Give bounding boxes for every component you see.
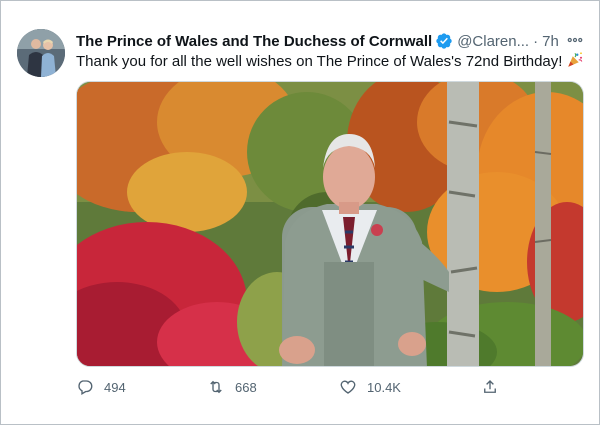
share-icon bbox=[484, 380, 496, 393]
timestamp[interactable]: 7h bbox=[542, 33, 559, 50]
reply-button[interactable]: 494 bbox=[76, 376, 126, 398]
retweet-count: 668 bbox=[235, 379, 257, 395]
reply-icon bbox=[78, 380, 93, 395]
more-options-icon[interactable] bbox=[565, 30, 585, 50]
retweet-button[interactable]: 668 bbox=[207, 376, 257, 398]
like-button[interactable]: 10.4K bbox=[339, 376, 401, 398]
tweet-text: Thank you for all the well wishes on The… bbox=[76, 51, 591, 73]
tweet-card[interactable]: The Prince of Wales and The Duchess of C… bbox=[0, 0, 600, 425]
tweet-text-content: Thank you for all the well wishes on The… bbox=[76, 53, 563, 70]
retweet-icon bbox=[210, 380, 222, 394]
tweet-header: The Prince of Wales and The Duchess of C… bbox=[76, 30, 585, 52]
reply-count: 494 bbox=[104, 379, 126, 395]
separator-dot: · bbox=[533, 32, 539, 50]
share-button[interactable] bbox=[481, 376, 499, 398]
party-popper-icon bbox=[568, 52, 583, 67]
tweet-photo[interactable] bbox=[76, 81, 584, 367]
user-handle[interactable]: @Claren... bbox=[457, 33, 529, 50]
display-name[interactable]: The Prince of Wales and The Duchess of C… bbox=[76, 33, 432, 50]
profile-avatar[interactable] bbox=[17, 29, 65, 77]
like-count: 10.4K bbox=[367, 379, 401, 395]
tweet-actions: 494 668 10.4K bbox=[76, 376, 516, 398]
heart-icon bbox=[340, 380, 356, 394]
verified-badge-icon bbox=[436, 33, 452, 49]
